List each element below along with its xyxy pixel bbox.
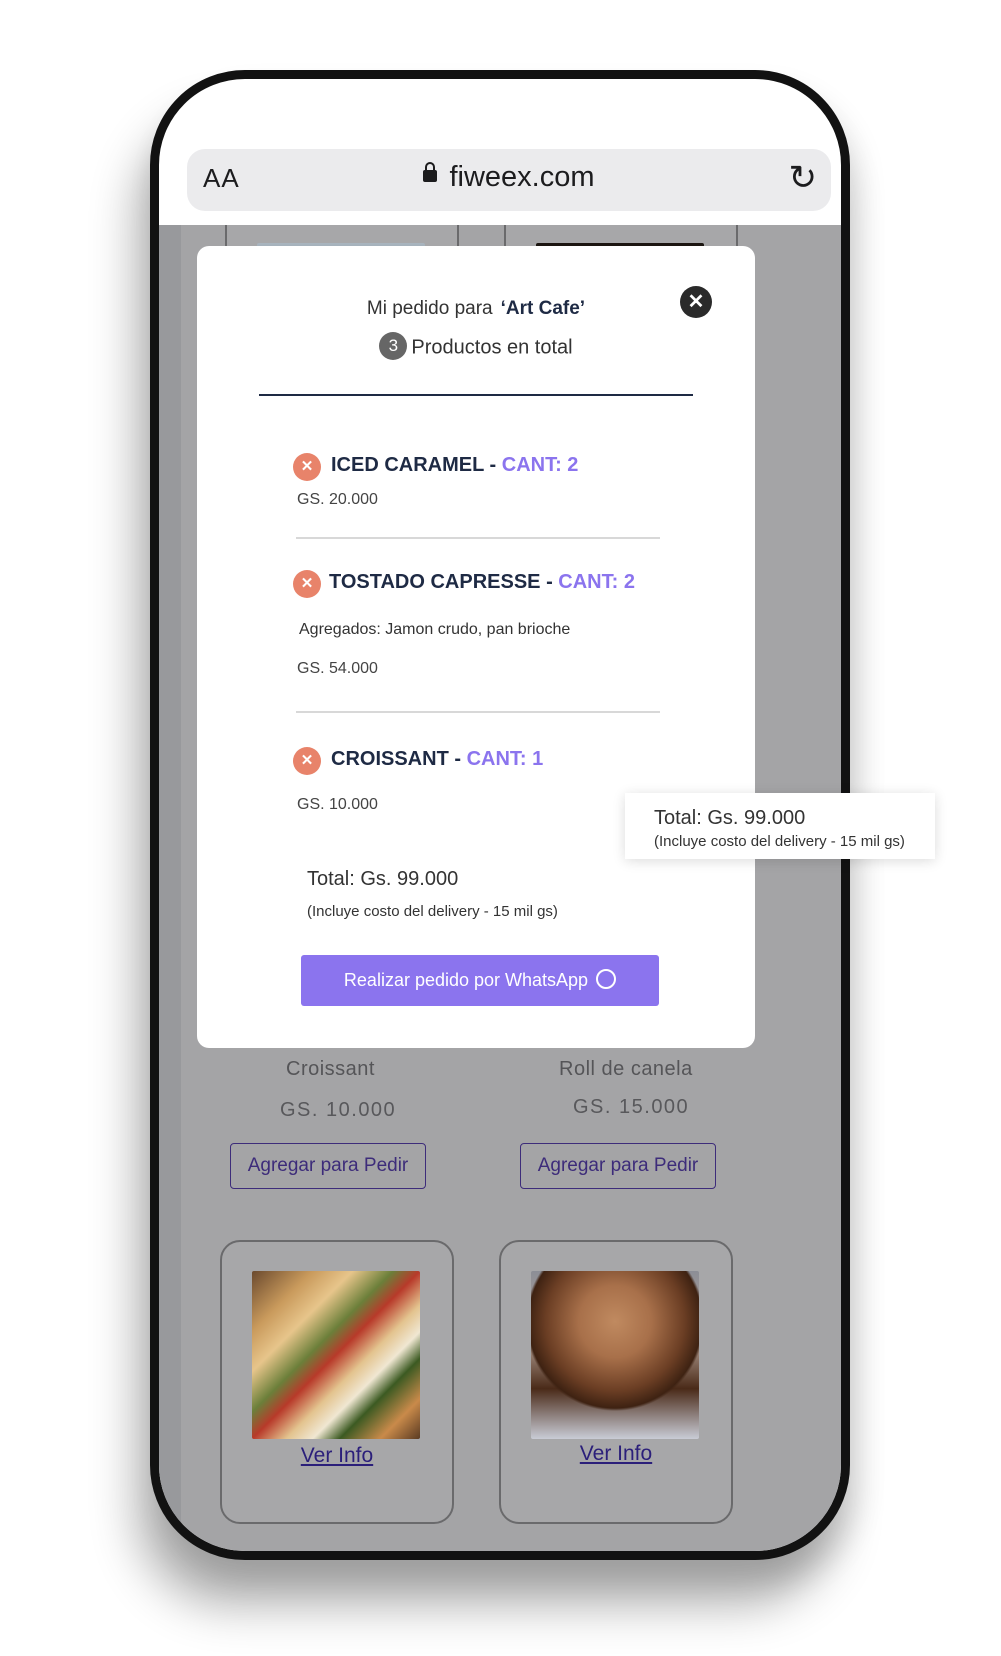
lock-icon — [423, 162, 438, 183]
product-card: Ver Info — [220, 1240, 454, 1524]
modal-divider — [259, 394, 693, 396]
item-name-text: TOSTADO CAPRESSE - — [329, 571, 553, 593]
callout-total: Total: Gs. 99.000 — [654, 807, 806, 829]
add-to-order-button[interactable]: Agregar para Pedir — [520, 1143, 716, 1189]
modal-subtitle: 3 Productos en total — [197, 332, 755, 362]
remove-item-icon[interactable]: ✕ — [293, 747, 321, 775]
product-price: GS. 15.000 — [573, 1096, 690, 1118]
url-field[interactable]: fiweex.com — [187, 161, 831, 194]
order-item: ✕ TOSTADO CAPRESSE - CANT: 2 Agregados: … — [293, 570, 715, 680]
page-edge — [159, 225, 181, 1551]
item-price: GS. 20.000 — [297, 491, 378, 508]
product-name: Croissant — [286, 1058, 375, 1080]
whatsapp-icon — [596, 969, 617, 990]
item-price: GS. 54.000 — [297, 660, 378, 677]
item-name: TOSTADO CAPRESSE - CANT: 2 — [329, 571, 635, 594]
order-item: ✕ ICED CARAMEL - CANT: 2 GS. 20.000 — [293, 453, 715, 513]
browser-address-bar[interactable]: AA fiweex.com ↻ — [187, 149, 831, 211]
shop-name: ‘Art Cafe’ — [500, 298, 586, 319]
order-total-note: (Incluye costo del delivery - 15 mil gs) — [307, 903, 558, 920]
whatsapp-order-button[interactable]: Realizar pedido por WhatsApp — [301, 955, 659, 1006]
item-separator — [296, 537, 660, 539]
item-extras: Agregados: Jamon crudo, pan brioche — [299, 621, 571, 638]
item-separator — [296, 711, 660, 713]
item-price: GS. 10.000 — [297, 796, 378, 813]
cupcake-photo — [531, 1271, 699, 1439]
item-name-text: CROISSANT - — [331, 748, 461, 770]
total-callout: Total: Gs. 99.000 (Incluye costo del del… — [625, 793, 935, 859]
product-count-badge: 3 — [379, 332, 408, 360]
product-price: GS. 10.000 — [280, 1099, 397, 1121]
panini-photo — [252, 1271, 420, 1439]
item-name: CROISSANT - CANT: 1 — [331, 748, 543, 771]
whatsapp-order-label: Realizar pedido por WhatsApp — [343, 970, 589, 990]
order-modal: Mi pedido para ‘Art Cafe’ 3 Productos en t… — [197, 246, 755, 1048]
callout-note: (Incluye costo del delivery - 15 mil gs) — [654, 833, 905, 850]
close-icon[interactable]: ✕ — [680, 286, 712, 318]
item-quantity: CANT: 2 — [558, 571, 635, 593]
add-to-order-button[interactable]: Agregar para Pedir — [230, 1143, 426, 1189]
item-quantity: CANT: 2 — [501, 454, 579, 476]
reload-icon[interactable]: ↻ — [789, 161, 818, 195]
remove-item-icon[interactable]: ✕ — [293, 453, 321, 481]
modal-title: Mi pedido para ‘Art Cafe’ — [197, 298, 755, 320]
item-name: ICED CARAMEL - CANT: 2 — [331, 454, 578, 477]
ver-info-link[interactable]: Ver Info — [501, 1442, 731, 1466]
item-quantity: CANT: 1 — [466, 748, 544, 770]
product-card: Ver Info — [499, 1240, 733, 1524]
remove-item-icon[interactable]: ✕ — [293, 570, 321, 598]
item-name-text: ICED CARAMEL - — [331, 454, 497, 476]
modal-title-prefix: Mi pedido para — [366, 298, 493, 319]
ver-info-link[interactable]: Ver Info — [222, 1444, 452, 1468]
product-name: Roll de canela — [559, 1058, 693, 1080]
order-total: Total: Gs. 99.000 — [307, 868, 459, 890]
product-count-label: Productos en total — [411, 336, 573, 359]
url-text: fiweex.com — [449, 161, 595, 193]
